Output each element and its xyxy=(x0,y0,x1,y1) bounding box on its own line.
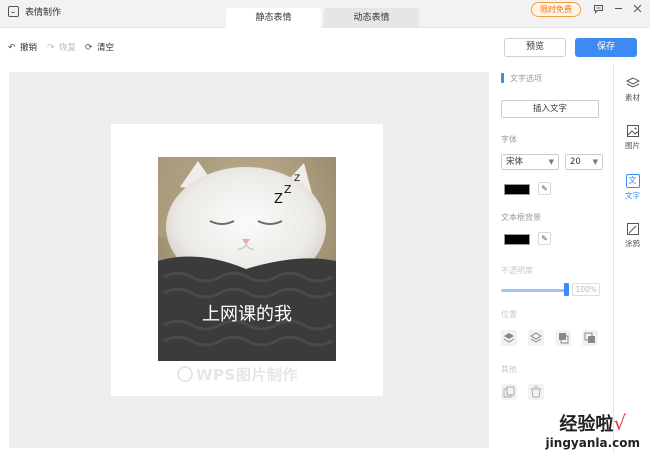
close-icon[interactable] xyxy=(631,3,643,15)
rail-item-materials[interactable]: 素材 xyxy=(614,76,650,103)
move-backward-button[interactable] xyxy=(582,330,598,346)
zzz-z3: Z xyxy=(294,174,300,184)
app-title: 表情制作 xyxy=(25,8,62,18)
clear-button[interactable]: ⟳ 清空 xyxy=(85,41,114,53)
checkmark-icon: √ xyxy=(613,411,627,435)
delete-button[interactable] xyxy=(528,384,544,400)
preview-button[interactable]: 预览 xyxy=(504,38,566,57)
rail-label-materials: 素材 xyxy=(625,93,640,102)
text-bg-color-swatch[interactable] xyxy=(504,234,530,245)
insert-text-button[interactable]: 插入文字 xyxy=(501,100,599,118)
canvas-area[interactable]: Z Z Z 上网课的我 WPS图片制作 xyxy=(9,72,489,448)
cat-image: Z Z Z 上网课的我 xyxy=(158,157,336,361)
rail-item-text[interactable]: 文 文字 xyxy=(614,174,650,201)
rail-item-image[interactable]: 图片 xyxy=(614,124,650,151)
font-family-select[interactable]: 宋体 ▼ xyxy=(501,154,559,170)
chevron-down-icon: ▼ xyxy=(548,158,554,166)
send-backward-button[interactable] xyxy=(528,330,544,346)
font-size-value: 20 xyxy=(570,157,581,167)
undo-label: 撤销 xyxy=(20,43,38,53)
redo-icon: ↷ xyxy=(47,43,55,53)
tab-dynamic-sticker[interactable]: 动态表情 xyxy=(324,8,419,28)
copy-icon xyxy=(503,386,515,398)
rail-item-doodle[interactable]: 涂鸦 xyxy=(614,222,650,249)
clear-icon: ⟳ xyxy=(85,43,93,53)
font-size-select[interactable]: 20 ▼ xyxy=(565,154,603,170)
caption-text[interactable]: 上网课的我 xyxy=(202,304,292,325)
layers-icon xyxy=(625,76,640,90)
image-icon xyxy=(626,124,640,138)
font-label: 字体 xyxy=(501,135,517,144)
wps-watermark-text: WPS图片制作 xyxy=(196,366,298,384)
clear-label: 清空 xyxy=(97,43,115,53)
wps-watermark: WPS图片制作 xyxy=(177,364,298,385)
text-color-swatch[interactable] xyxy=(504,184,530,195)
minimize-icon[interactable] xyxy=(612,3,624,15)
rail-label-text: 文字 xyxy=(625,191,640,200)
zzz-z1: Z xyxy=(274,192,283,207)
duplicate-button[interactable] xyxy=(501,384,517,400)
tab-static-sticker[interactable]: 静态表情 xyxy=(226,8,321,28)
redo-label: 恢复 xyxy=(59,43,77,53)
eyedropper-icon[interactable]: ✎ xyxy=(538,182,551,195)
arrange-backward-icon xyxy=(584,332,595,343)
side-rail: 素材 图片 文 文字 涂鸦 xyxy=(613,64,650,454)
section-accent-bar xyxy=(501,73,504,83)
other-label: 其他 xyxy=(501,365,517,374)
opacity-value-field[interactable]: 100% xyxy=(572,283,600,296)
rail-label-doodle: 涂鸦 xyxy=(625,239,640,248)
brush-icon xyxy=(626,222,640,236)
font-family-value: 宋体 xyxy=(506,157,524,167)
limited-free-badge[interactable]: 限时免费 xyxy=(531,2,581,17)
opacity-slider-track[interactable] xyxy=(501,289,567,292)
trash-icon xyxy=(531,386,541,398)
position-label: 位置 xyxy=(501,310,517,319)
site-watermark-title: 经验啦 xyxy=(559,414,614,435)
undo-icon: ↶ xyxy=(8,43,16,53)
opacity-slider-handle[interactable] xyxy=(564,283,569,296)
section-title: 文字选项 xyxy=(510,74,542,83)
app-logo-icon xyxy=(8,6,19,17)
move-forward-button[interactable] xyxy=(555,330,571,346)
cat-photo[interactable]: Z Z Z 上网课的我 xyxy=(158,157,336,361)
site-watermark-url: jingyanla.com xyxy=(545,436,640,450)
layers-up-icon xyxy=(503,333,515,343)
text-options-panel: 文字选项 插入文字 字体 宋体 ▼ 20 ▼ ✎ 文本框背景 ✎ 不透明度 100%… xyxy=(492,64,612,454)
feedback-icon[interactable] xyxy=(592,3,604,15)
arrange-forward-icon xyxy=(559,333,569,344)
layers-down-icon xyxy=(530,332,542,343)
site-watermark: 经验啦√ jingyanla.com xyxy=(546,410,640,450)
bring-to-front-button[interactable] xyxy=(501,330,517,346)
eyedropper-icon[interactable]: ✎ xyxy=(538,232,551,245)
text-bg-label: 文本框背景 xyxy=(501,213,541,222)
sticker-card: Z Z Z 上网课的我 WPS图片制作 xyxy=(111,124,383,396)
undo-button[interactable]: ↶ 撤销 xyxy=(8,41,37,53)
opacity-label: 不透明度 xyxy=(501,266,533,275)
redo-button[interactable]: ↷ 恢复 xyxy=(47,41,76,53)
chevron-down-icon: ▼ xyxy=(592,158,598,166)
title-bar: 表情制作 静态表情 动态表情 限时免费 xyxy=(0,0,650,28)
wps-logo-icon xyxy=(177,366,193,382)
zzz-z2: Z xyxy=(284,183,292,196)
save-button[interactable]: 保存 xyxy=(575,38,637,57)
rail-label-image: 图片 xyxy=(625,141,640,150)
text-icon: 文 xyxy=(625,174,640,188)
